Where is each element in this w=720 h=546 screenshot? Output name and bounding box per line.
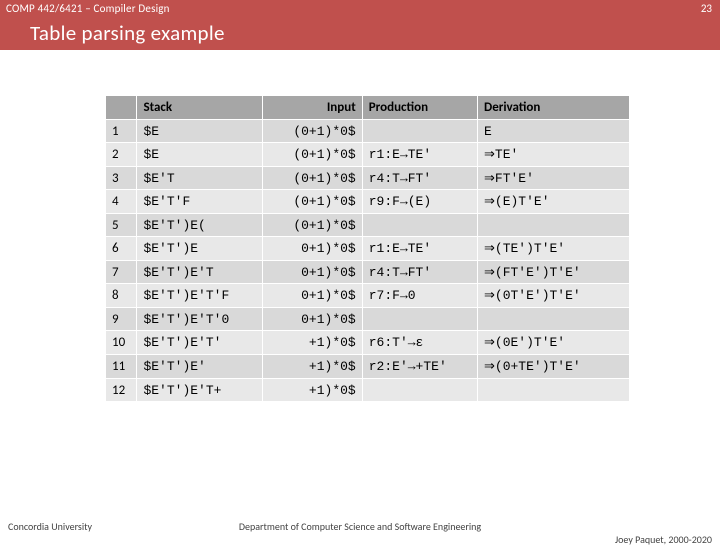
table-row: 3$E'T(0+1)*0$r4:T→FT'⇒FT'E' [106,166,630,190]
table-row: 11$E'T')E'+1)*0$r2:E'→+TE'⇒(0+TE')T'E' [106,355,630,379]
cell-production [362,307,477,331]
cell-derivation: E [478,119,630,143]
cell-step: 2 [106,143,137,167]
cell-step: 4 [106,190,137,214]
cell-input: +1)*0$ [263,355,363,379]
cell-derivation [478,307,630,331]
cell-input: (0+1)*0$ [263,143,363,167]
cell-production: r1:E→TE' [362,143,477,167]
cell-stack: $E'T')E [137,237,263,261]
table-row: 6$E'T')E0+1)*0$r1:E→TE'⇒(TE')T'E' [106,237,630,261]
cell-stack: $E'T')E( [137,213,263,237]
cell-input: (0+1)*0$ [263,190,363,214]
cell-input: 0+1)*0$ [263,284,363,308]
cell-step: 3 [106,166,137,190]
table-row: 7$E'T')E'T0+1)*0$r4:T→FT'⇒(FT'E')T'E' [106,260,630,284]
table-row: 8$E'T')E'T'F0+1)*0$r7:F→0⇒(0T'E')T'E' [106,284,630,308]
cell-step: 10 [106,331,137,355]
cell-derivation: ⇒TE' [478,143,630,167]
cell-step: 8 [106,284,137,308]
cell-stack: $E'T')E'T'F [137,284,263,308]
cell-stack: $E'T')E'T [137,260,263,284]
cell-input: (0+1)*0$ [263,213,363,237]
cell-input: 0+1)*0$ [263,237,363,261]
cell-input: (0+1)*0$ [263,119,363,143]
table-row: 12$E'T')E'T++1)*0$ [106,378,630,402]
col-input: Input [263,96,363,120]
cell-production: r1:E→TE' [362,237,477,261]
slide-footer: Concordia University Department of Compu… [0,520,720,533]
cell-step: 5 [106,213,137,237]
cell-derivation [478,378,630,402]
cell-stack: $E'T')E'T'0 [137,307,263,331]
cell-production [362,213,477,237]
col-step [106,96,137,120]
cell-input: 0+1)*0$ [263,307,363,331]
cell-derivation: ⇒(0T'E')T'E' [478,284,630,308]
cell-derivation: ⇒(0+TE')T'E' [478,355,630,379]
cell-step: 6 [106,237,137,261]
cell-stack: $E'T')E'T' [137,331,263,355]
cell-derivation [478,213,630,237]
cell-step: 11 [106,355,137,379]
cell-production [362,378,477,402]
cell-derivation: ⇒(E)T'E' [478,190,630,214]
slide-title: Table parsing example [30,20,225,46]
cell-stack: $E'T [137,166,263,190]
table-row: 10$E'T')E'T'+1)*0$r6:T'→ε⇒(0E')T'E' [106,331,630,355]
table-row: 4$E'T'F(0+1)*0$r9:F→(E)⇒(E)T'E' [106,190,630,214]
cell-derivation: ⇒(FT'E')T'E' [478,260,630,284]
cell-stack: $E'T')E' [137,355,263,379]
cell-production: r6:T'→ε [362,331,477,355]
cell-input: (0+1)*0$ [263,166,363,190]
cell-production: r9:F→(E) [362,190,477,214]
parsing-table: Stack Input Production Derivation 1$E(0+… [105,95,630,402]
cell-derivation: ⇒FT'E' [478,166,630,190]
cell-step: 12 [106,378,137,402]
course-code: COMP 442/6421 – Compiler Design [6,2,170,15]
cell-step: 9 [106,307,137,331]
footer-center: Department of Computer Science and Softw… [0,520,720,533]
slide-header: COMP 442/6421 – Compiler Design 23 Table… [0,0,720,50]
col-stack: Stack [137,96,263,120]
slide-number: 23 [701,2,712,15]
cell-step: 7 [106,260,137,284]
cell-production [362,119,477,143]
cell-stack: $E'T')E'T+ [137,378,263,402]
slide-body: Stack Input Production Derivation 1$E(0+… [0,50,720,402]
cell-step: 1 [106,119,137,143]
cell-production: r7:F→0 [362,284,477,308]
table-row: 2$E(0+1)*0$r1:E→TE'⇒TE' [106,143,630,167]
cell-stack: $E [137,143,263,167]
table-row: 9$E'T')E'T'00+1)*0$ [106,307,630,331]
footer-left: Concordia University [8,520,92,533]
cell-stack: $E [137,119,263,143]
table-row: 5$E'T')E((0+1)*0$ [106,213,630,237]
col-derivation: Derivation [478,96,630,120]
table-row: 1$E(0+1)*0$ E [106,119,630,143]
cell-production: r2:E'→+TE' [362,355,477,379]
table-header-row: Stack Input Production Derivation [106,96,630,120]
cell-derivation: ⇒(0E')T'E' [478,331,630,355]
cell-stack: $E'T'F [137,190,263,214]
cell-production: r4:T→FT' [362,166,477,190]
cell-derivation: ⇒(TE')T'E' [478,237,630,261]
cell-input: +1)*0$ [263,331,363,355]
parsing-table-body: 1$E(0+1)*0$E2$E(0+1)*0$r1:E→TE'⇒TE'3$E'T… [106,119,630,402]
cell-input: 0+1)*0$ [263,260,363,284]
col-production: Production [362,96,477,120]
cell-input: +1)*0$ [263,378,363,402]
cell-production: r4:T→FT' [362,260,477,284]
